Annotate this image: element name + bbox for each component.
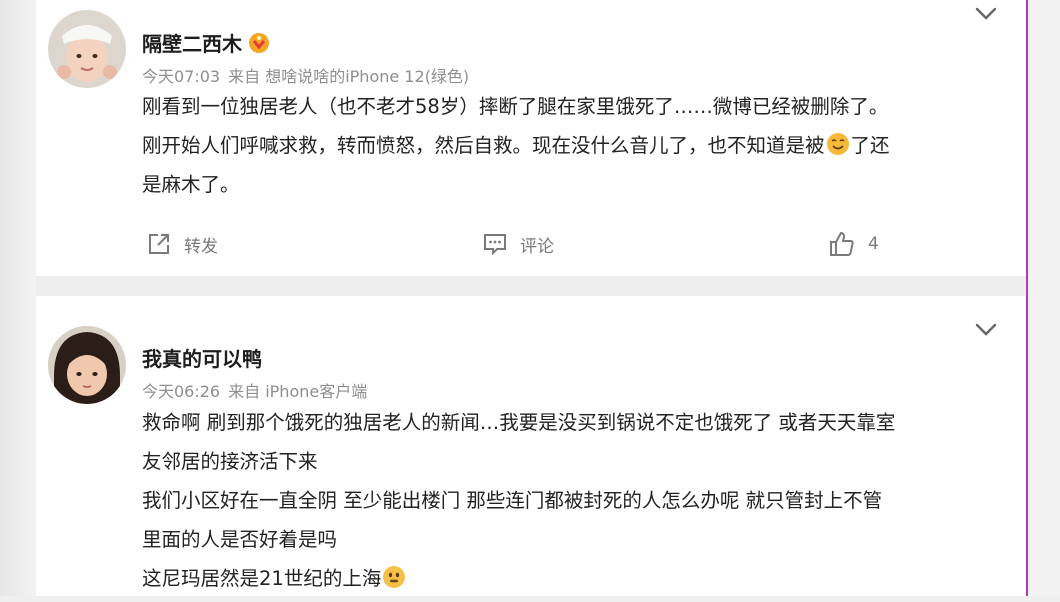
timestamp: 今天06:26 bbox=[142, 382, 221, 401]
timestamp: 今天07:03 bbox=[142, 67, 221, 86]
comment-line: 是麻木了。 bbox=[142, 173, 240, 196]
repost-button[interactable]: 转发 bbox=[146, 230, 218, 258]
like-count: 4 bbox=[868, 234, 879, 254]
thumbs-up-icon bbox=[830, 232, 854, 256]
comment-text: 救命啊 刷到那个饿死的独居老人的新闻…我要是没买到锅说不定也饿死了 或者天天靠室… bbox=[142, 403, 1012, 598]
repost-icon bbox=[149, 234, 169, 254]
comment-line: 里面的人是否好着是吗 bbox=[142, 528, 338, 551]
avatar[interactable] bbox=[48, 326, 126, 404]
comment-line-part: 了还 bbox=[850, 134, 890, 157]
left-background-strip bbox=[0, 0, 36, 596]
comment-line: 救命啊 刷到那个饿死的独居老人的新闻…我要是没买到锅说不定也饿死了 或者天天靠室 bbox=[142, 411, 896, 434]
comment-meta: 今天07:03 来自 想啥说啥的iPhone 12(绿色) bbox=[142, 63, 469, 87]
repost-label: 转发 bbox=[184, 236, 218, 257]
scroll-edge-line bbox=[1026, 0, 1028, 596]
comment-line: 这尼玛居然是21世纪的上海 bbox=[142, 559, 1012, 598]
source-label: 来自 iPhone客户端 bbox=[228, 382, 368, 401]
comment-meta: 今天06:26 来自 iPhone客户端 bbox=[142, 378, 367, 402]
username[interactable]: 我真的可以鸭 bbox=[142, 343, 262, 372]
card-divider bbox=[36, 276, 1026, 296]
vip-badge-icon bbox=[248, 32, 270, 59]
chevron-down-icon[interactable] bbox=[974, 322, 998, 338]
comment-text: 刚看到一位独居老人（也不老才58岁）摔断了腿在家里饿死了……微博已经被删除了。 … bbox=[142, 87, 1012, 204]
comment-line-part: 这尼玛居然是21世纪的上海 bbox=[142, 567, 382, 590]
smirk-emoji-icon bbox=[826, 130, 850, 155]
comment-line: 友邻居的接济活下来 bbox=[142, 450, 318, 473]
source-label: 来自 想啥说啥的iPhone 12(绿色) bbox=[228, 67, 470, 86]
comment-line: 刚看到一位独居老人（也不老才58岁）摔断了腿在家里饿死了……微博已经被删除了。 bbox=[142, 95, 889, 118]
speechless-emoji-icon bbox=[382, 563, 406, 588]
avatar[interactable] bbox=[48, 10, 126, 88]
comment-line-part: 刚开始人们呼喊求救，转而愤怒，然后自救。现在没什么音儿了，也不知道是被 bbox=[142, 134, 825, 157]
like-button[interactable]: 4 bbox=[828, 230, 879, 258]
comment-line: 刚开始人们呼喊求救，转而愤怒，然后自救。现在没什么音儿了，也不知道是被 了还 bbox=[142, 126, 1012, 165]
right-background-strip bbox=[1030, 0, 1060, 596]
username[interactable]: 隔壁二西木 bbox=[142, 28, 270, 59]
chevron-down-icon[interactable] bbox=[974, 6, 998, 22]
comment-label: 评论 bbox=[520, 236, 554, 257]
comment-icon bbox=[484, 234, 506, 256]
comment-line: 我们小区好在一直全阴 至少能出楼门 那些连门都被封死的人怎么办呢 就只管封上不管 bbox=[142, 489, 883, 512]
comment-button[interactable]: 评论 bbox=[482, 230, 554, 258]
